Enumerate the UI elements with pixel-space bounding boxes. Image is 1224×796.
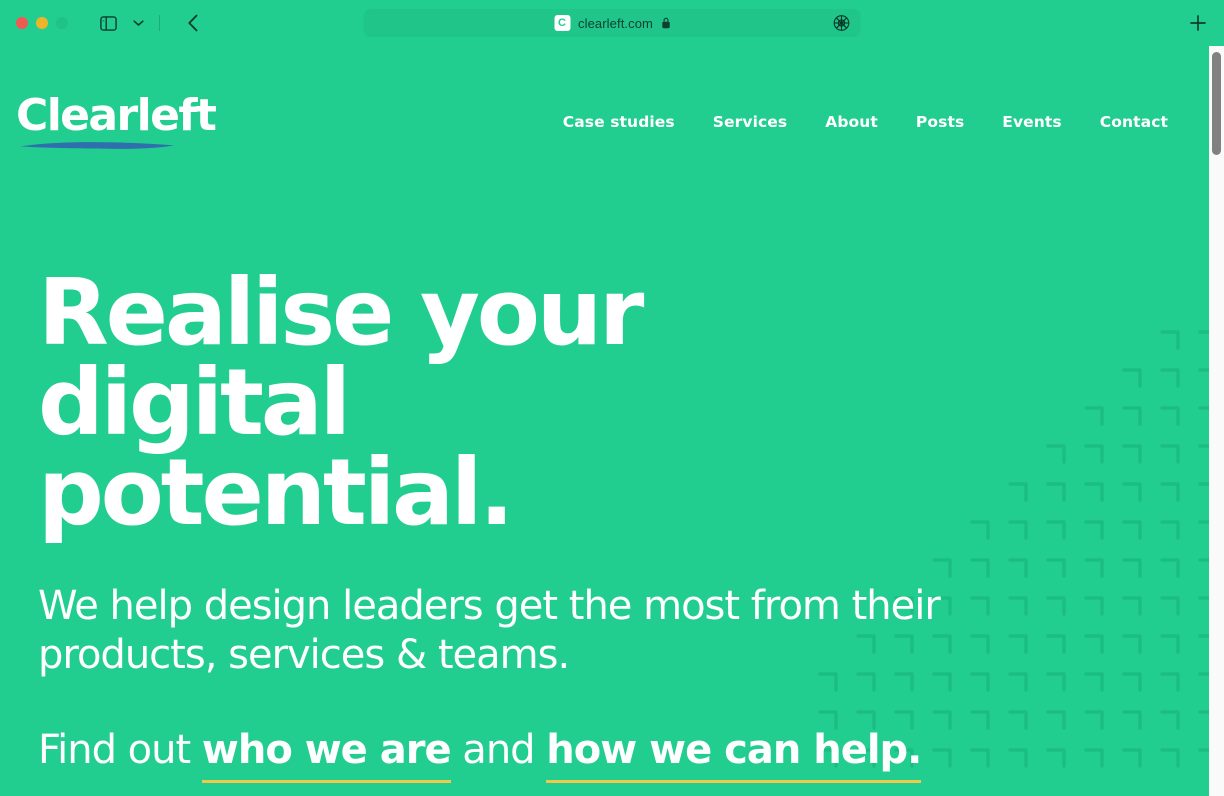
browser-window: C clearleft.com Clearleft Case studies S… [0,0,1224,796]
chevron-down-icon[interactable] [124,10,152,36]
toolbar-separator [159,15,160,31]
nav-item-contact[interactable]: Contact [1100,113,1168,131]
site-favicon-icon: C [554,15,570,31]
close-window-button[interactable] [16,17,28,29]
site-header: Clearleft Case studies Services About Po… [0,46,1224,150]
logo-underline-stroke [20,142,174,149]
hero-title-line-2: potential. [38,439,514,547]
nav-item-events[interactable]: Events [1002,113,1061,131]
hero-link-how-we-can-help[interactable]: how we can help. [546,727,922,784]
site-logo-text: Clearleft [16,90,217,141]
maximize-window-button[interactable] [56,17,68,29]
minimize-window-button[interactable] [36,17,48,29]
address-bar[interactable]: C clearleft.com [363,9,861,37]
page-viewport: Clearleft Case studies Services About Po… [0,46,1224,796]
new-tab-button[interactable] [1186,11,1210,35]
back-arrow-icon[interactable] [179,10,207,36]
site-navigation: Case studies Services About Posts Events… [563,113,1168,131]
traffic-lights [16,17,68,29]
nav-item-case-studies[interactable]: Case studies [563,113,675,131]
hero-find-prefix: Find out [38,727,202,774]
address-url-text: clearleft.com [578,15,653,31]
lock-icon [661,17,670,29]
hero-find-out-line: Find out who we are and how we can help. [38,726,1208,784]
address-bar-content: C clearleft.com [554,15,670,31]
hero-section: Realise your digital potential. We help … [0,150,1224,784]
hero-title-line-1: Realise your digital [38,259,644,457]
hero-link-who-we-are[interactable]: who we are [201,727,452,784]
sidebar-toggle-icon[interactable] [94,10,122,36]
page-scrollbar[interactable] [1209,46,1224,796]
page-settings-icon[interactable] [833,14,851,32]
site-logo[interactable]: Clearleft [16,90,217,150]
browser-toolbar: C clearleft.com [0,0,1224,46]
hero-subtitle: We help design leaders get the most from… [38,583,941,679]
nav-item-about[interactable]: About [825,113,878,131]
page-content: Clearleft Case studies Services About Po… [0,46,1224,784]
nav-item-posts[interactable]: Posts [916,113,964,131]
scrollbar-thumb[interactable] [1212,52,1221,155]
nav-item-services[interactable]: Services [713,113,787,131]
toolbar-left-controls [94,10,207,36]
hero-title: Realise your digital potential. [38,266,898,538]
hero-find-middle: and [450,727,547,774]
